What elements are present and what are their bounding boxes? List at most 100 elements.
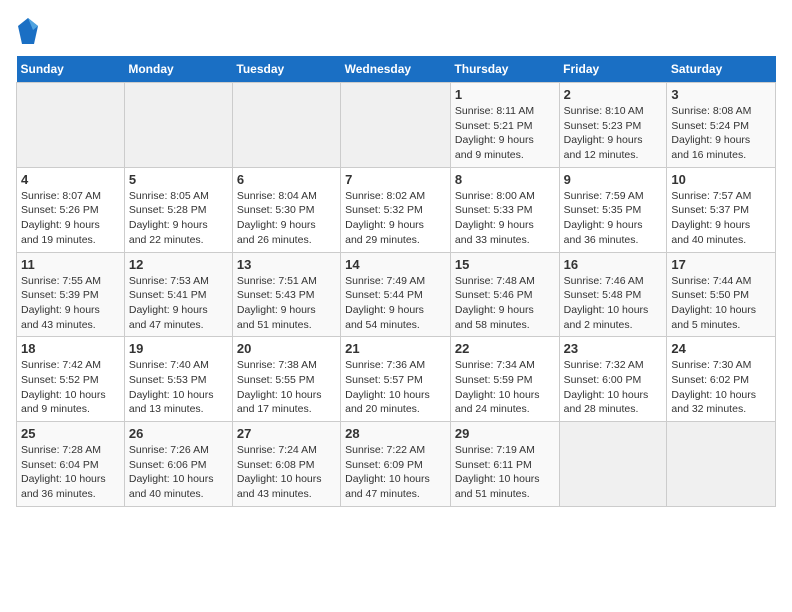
calendar-cell: [559, 422, 667, 507]
calendar-cell: 4 Sunrise: 8:07 AMSunset: 5:26 PMDaylight…: [17, 167, 125, 252]
day-number: 11: [21, 257, 120, 272]
day-number: 6: [237, 172, 336, 187]
day-info: Sunrise: 7:42 AMSunset: 5:52 PMDaylight:…: [21, 358, 120, 417]
day-info: Sunrise: 8:07 AMSunset: 5:26 PMDaylight:…: [21, 189, 120, 248]
day-number: 29: [455, 426, 555, 441]
weekday-header-sunday: Sunday: [17, 56, 125, 83]
day-number: 10: [671, 172, 771, 187]
day-info: Sunrise: 7:30 AMSunset: 6:02 PMDaylight:…: [671, 358, 771, 417]
calendar-cell: 13 Sunrise: 7:51 AMSunset: 5:43 PMDayligh…: [232, 252, 340, 337]
calendar-cell: 23 Sunrise: 7:32 AMSunset: 6:00 PMDayligh…: [559, 337, 667, 422]
calendar-cell: 22 Sunrise: 7:34 AMSunset: 5:59 PMDayligh…: [450, 337, 559, 422]
weekday-header-monday: Monday: [124, 56, 232, 83]
calendar-cell: 2 Sunrise: 8:10 AMSunset: 5:23 PMDaylight…: [559, 83, 667, 168]
weekday-header-saturday: Saturday: [667, 56, 776, 83]
day-number: 18: [21, 341, 120, 356]
day-info: Sunrise: 8:08 AMSunset: 5:24 PMDaylight:…: [671, 104, 771, 163]
calendar-cell: [341, 83, 451, 168]
day-number: 7: [345, 172, 446, 187]
calendar-cell: 19 Sunrise: 7:40 AMSunset: 5:53 PMDayligh…: [124, 337, 232, 422]
day-number: 12: [129, 257, 228, 272]
day-number: 23: [564, 341, 663, 356]
calendar-cell: 27 Sunrise: 7:24 AMSunset: 6:08 PMDayligh…: [232, 422, 340, 507]
calendar-cell: 21 Sunrise: 7:36 AMSunset: 5:57 PMDayligh…: [341, 337, 451, 422]
calendar-cell: 15Sunrise: 7:48 AMSunset: 5:46 PMDayligh…: [450, 252, 559, 337]
day-number: 21: [345, 341, 446, 356]
day-info: Sunrise: 7:59 AMSunset: 5:35 PMDaylight:…: [564, 189, 663, 248]
day-number: 1: [455, 87, 555, 102]
day-info: Sunrise: 7:44 AMSunset: 5:50 PMDaylight:…: [671, 274, 771, 333]
day-info: Sunrise: 7:38 AMSunset: 5:55 PMDaylight:…: [237, 358, 336, 417]
day-info: Sunrise: 7:26 AMSunset: 6:06 PMDaylight:…: [129, 443, 228, 502]
calendar-cell: 9 Sunrise: 7:59 AMSunset: 5:35 PMDaylight…: [559, 167, 667, 252]
day-number: 8: [455, 172, 555, 187]
logo-icon: [16, 16, 40, 46]
day-info: Sunrise: 7:51 AMSunset: 5:43 PMDaylight:…: [237, 274, 336, 333]
day-number: 3: [671, 87, 771, 102]
calendar-cell: 1 Sunrise: 8:11 AMSunset: 5:21 PMDaylight…: [450, 83, 559, 168]
day-info: Sunrise: 7:28 AMSunset: 6:04 PMDaylight:…: [21, 443, 120, 502]
day-info: Sunrise: 7:24 AMSunset: 6:08 PMDaylight:…: [237, 443, 336, 502]
calendar-cell: 11 Sunrise: 7:55 AMSunset: 5:39 PMDayligh…: [17, 252, 125, 337]
calendar-cell: 20 Sunrise: 7:38 AMSunset: 5:55 PMDayligh…: [232, 337, 340, 422]
day-info: Sunrise: 7:53 AMSunset: 5:41 PMDaylight:…: [129, 274, 228, 333]
calendar-cell: 29 Sunrise: 7:19 AMSunset: 6:11 PMDayligh…: [450, 422, 559, 507]
calendar-cell: 18 Sunrise: 7:42 AMSunset: 5:52 PMDayligh…: [17, 337, 125, 422]
day-info: Sunrise: 8:00 AMSunset: 5:33 PMDaylight:…: [455, 189, 555, 248]
day-info: Sunrise: 7:22 AMSunset: 6:09 PMDaylight:…: [345, 443, 446, 502]
day-info: Sunrise: 8:04 AMSunset: 5:30 PMDaylight:…: [237, 189, 336, 248]
day-info: Sunrise: 8:02 AMSunset: 5:32 PMDaylight:…: [345, 189, 446, 248]
day-number: 27: [237, 426, 336, 441]
page-header: [16, 16, 776, 46]
calendar-cell: 14 Sunrise: 7:49 AMSunset: 5:44 PMDayligh…: [341, 252, 451, 337]
calendar-cell: [232, 83, 340, 168]
weekday-header-wednesday: Wednesday: [341, 56, 451, 83]
day-number: 4: [21, 172, 120, 187]
day-number: 9: [564, 172, 663, 187]
weekday-header-thursday: Thursday: [450, 56, 559, 83]
calendar-cell: 17 Sunrise: 7:44 AMSunset: 5:50 PMDayligh…: [667, 252, 776, 337]
calendar-table: SundayMondayTuesdayWednesdayThursdayFrid…: [16, 56, 776, 507]
weekday-header-friday: Friday: [559, 56, 667, 83]
day-number: 5: [129, 172, 228, 187]
calendar-cell: [124, 83, 232, 168]
day-info: Sunrise: 7:48 AMSunset: 5:46 PMDaylight:…: [455, 274, 555, 333]
day-number: 16: [564, 257, 663, 272]
day-info: Sunrise: 7:55 AMSunset: 5:39 PMDaylight:…: [21, 274, 120, 333]
calendar-cell: 8 Sunrise: 8:00 AMSunset: 5:33 PMDaylight…: [450, 167, 559, 252]
calendar-cell: 10 Sunrise: 7:57 AMSunset: 5:37 PMDayligh…: [667, 167, 776, 252]
calendar-cell: 3 Sunrise: 8:08 AMSunset: 5:24 PMDaylight…: [667, 83, 776, 168]
day-info: Sunrise: 7:32 AMSunset: 6:00 PMDaylight:…: [564, 358, 663, 417]
logo: [16, 16, 44, 46]
day-number: 14: [345, 257, 446, 272]
day-number: 2: [564, 87, 663, 102]
day-info: Sunrise: 7:19 AMSunset: 6:11 PMDaylight:…: [455, 443, 555, 502]
day-number: 25: [21, 426, 120, 441]
day-number: 26: [129, 426, 228, 441]
day-number: 22: [455, 341, 555, 356]
day-info: Sunrise: 7:36 AMSunset: 5:57 PMDaylight:…: [345, 358, 446, 417]
day-info: Sunrise: 7:57 AMSunset: 5:37 PMDaylight:…: [671, 189, 771, 248]
calendar-cell: 5 Sunrise: 8:05 AMSunset: 5:28 PMDaylight…: [124, 167, 232, 252]
calendar-cell: 6 Sunrise: 8:04 AMSunset: 5:30 PMDaylight…: [232, 167, 340, 252]
day-number: 13: [237, 257, 336, 272]
weekday-header-tuesday: Tuesday: [232, 56, 340, 83]
day-info: Sunrise: 8:11 AMSunset: 5:21 PMDaylight:…: [455, 104, 555, 163]
calendar-cell: 25 Sunrise: 7:28 AMSunset: 6:04 PMDayligh…: [17, 422, 125, 507]
day-info: Sunrise: 7:46 AMSunset: 5:48 PMDaylight:…: [564, 274, 663, 333]
day-number: 19: [129, 341, 228, 356]
day-number: 20: [237, 341, 336, 356]
calendar-cell: 24 Sunrise: 7:30 AMSunset: 6:02 PMDayligh…: [667, 337, 776, 422]
day-number: 17: [671, 257, 771, 272]
calendar-cell: 16 Sunrise: 7:46 AMSunset: 5:48 PMDayligh…: [559, 252, 667, 337]
calendar-cell: 26 Sunrise: 7:26 AMSunset: 6:06 PMDayligh…: [124, 422, 232, 507]
calendar-cell: 12 Sunrise: 7:53 AMSunset: 5:41 PMDayligh…: [124, 252, 232, 337]
day-info: Sunrise: 7:34 AMSunset: 5:59 PMDaylight:…: [455, 358, 555, 417]
day-info: Sunrise: 8:05 AMSunset: 5:28 PMDaylight:…: [129, 189, 228, 248]
day-info: Sunrise: 8:10 AMSunset: 5:23 PMDaylight:…: [564, 104, 663, 163]
day-info: Sunrise: 7:49 AMSunset: 5:44 PMDaylight:…: [345, 274, 446, 333]
day-number: 24: [671, 341, 771, 356]
day-info: Sunrise: 7:40 AMSunset: 5:53 PMDaylight:…: [129, 358, 228, 417]
calendar-cell: 28Sunrise: 7:22 AMSunset: 6:09 PMDayligh…: [341, 422, 451, 507]
calendar-cell: [17, 83, 125, 168]
